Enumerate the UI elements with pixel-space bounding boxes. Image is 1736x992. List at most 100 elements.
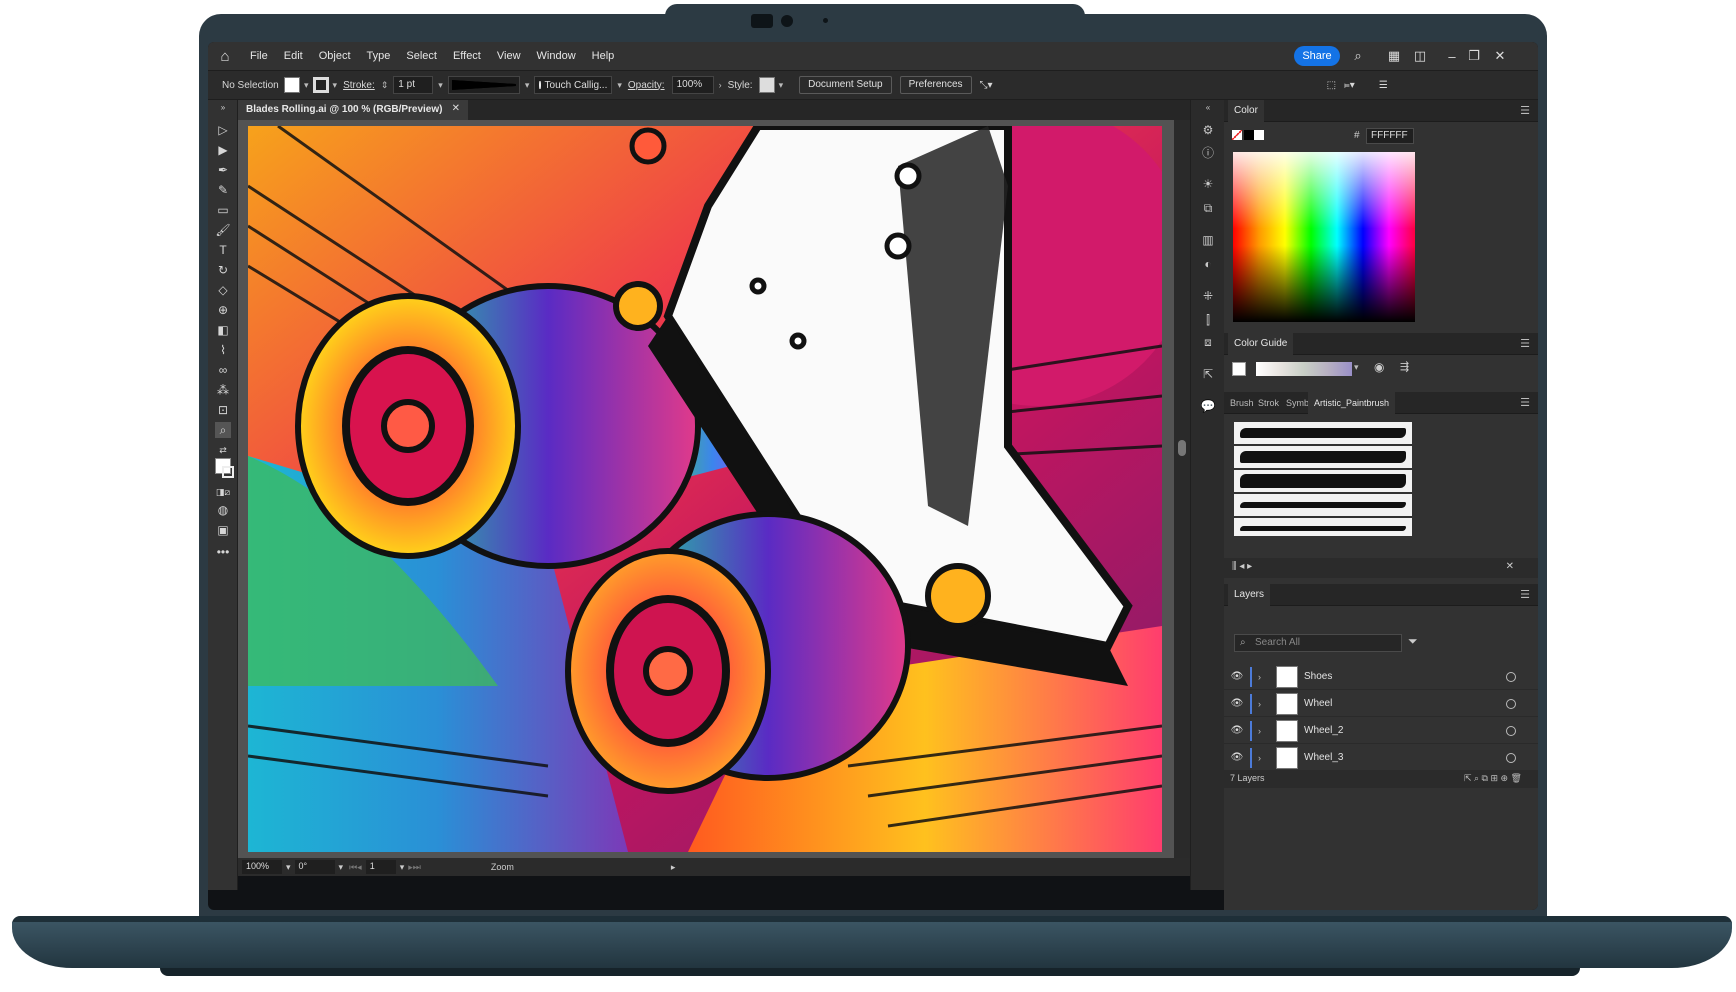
black-swatch[interactable] <box>1244 130 1254 140</box>
save-group-icon[interactable]: ⇶ <box>1400 360 1409 373</box>
paintbrush-tool-icon[interactable]: 🖌 <box>215 222 231 238</box>
layer-target-icon[interactable] <box>1506 725 1516 736</box>
collapse-toolbar-icon[interactable]: » <box>215 102 231 112</box>
layer-name[interactable]: Wheel_2 <box>1304 725 1506 736</box>
brush-row[interactable] <box>1234 446 1412 468</box>
visibility-eye-icon[interactable]: 👁 <box>1224 752 1250 763</box>
shape-builder-tool-icon[interactable]: ⊕ <box>215 302 231 318</box>
layer-name[interactable]: Wheel <box>1304 698 1506 709</box>
control-menu-icon[interactable]: ☰ <box>1379 80 1388 91</box>
remove-brush-icon[interactable]: ✕ <box>1506 561 1514 572</box>
properties-icon[interactable]: ⚙ <box>1200 122 1216 138</box>
gradient-panel-icon[interactable]: ▥ <box>1200 232 1216 248</box>
selection-tool-options-icon[interactable]: ⤡▾ <box>980 80 993 91</box>
arrange-documents-icon[interactable]: ◫ <box>1410 46 1430 66</box>
opacity-label[interactable]: Opacity: <box>628 80 665 91</box>
symbol-sprayer-tool-icon[interactable]: ⁂ <box>215 382 231 398</box>
brush-definition-field[interactable]: Touch Callig... <box>534 76 613 94</box>
tab-strokes[interactable]: Strok <box>1258 398 1279 408</box>
edit-toolbar-icon[interactable]: ••• <box>215 544 231 560</box>
color-spectrum[interactable] <box>1233 152 1415 322</box>
artboards-panel-icon[interactable]: ⧈ <box>1200 334 1216 350</box>
none-swatch-icon[interactable] <box>1232 130 1242 140</box>
layer-target-icon[interactable] <box>1506 671 1516 682</box>
rectangle-tool-icon[interactable]: ▭ <box>215 202 231 218</box>
home-icon[interactable]: ⌂ <box>208 42 242 70</box>
expand-layer-icon[interactable]: › <box>1258 726 1270 736</box>
style-dropdown-icon[interactable]: ▾ <box>779 80 784 91</box>
first-artboard-icon[interactable]: ⏮◂ <box>349 862 362 873</box>
status-mode[interactable]: Zoom <box>491 862 671 872</box>
appearance-icon[interactable]: ☀ <box>1200 176 1216 192</box>
stroke-color-icon[interactable] <box>222 466 234 478</box>
menu-effect[interactable]: Effect <box>445 42 489 70</box>
opacity-field[interactable]: 100% <box>671 76 714 94</box>
canvas-area[interactable] <box>238 120 1174 858</box>
brush-row[interactable] <box>1234 470 1412 492</box>
align-icon[interactable]: ⫢▾ <box>1344 80 1355 91</box>
stroke-weight-dropdown-icon[interactable]: ▾ <box>438 80 443 91</box>
transform-icon[interactable]: ⬚ <box>1327 80 1336 91</box>
search-icon[interactable]: ⌕ <box>1348 46 1368 66</box>
artboard-tool-icon[interactable]: ⊡ <box>215 402 231 418</box>
expand-layer-icon[interactable]: › <box>1258 699 1270 709</box>
brush-row[interactable] <box>1234 422 1412 444</box>
stroke-weight-field[interactable]: 1 pt <box>393 76 434 94</box>
share-button[interactable]: Share <box>1294 46 1340 66</box>
artboard-dropdown-icon[interactable]: ▾ <box>400 862 405 873</box>
layer-row[interactable]: 👁 › Wheel_3 <box>1224 745 1538 771</box>
comments-icon[interactable]: 💬 <box>1200 398 1216 414</box>
layer-row[interactable]: 👁 › Wheel_2 <box>1224 718 1538 744</box>
stroke-label[interactable]: Stroke: <box>343 80 375 91</box>
pathfinder-icon[interactable]: ⁜ <box>1200 288 1216 304</box>
layers-panel-title[interactable]: Layers <box>1228 584 1271 606</box>
harmony-dropdown-icon[interactable]: ▾ <box>1354 362 1359 373</box>
workspace-icon[interactable]: ▦ <box>1384 46 1404 66</box>
tab-symbols[interactable]: Symb <box>1286 398 1309 408</box>
color-guide-title[interactable]: Color Guide <box>1228 333 1294 355</box>
color-wheel-icon[interactable]: ◉ <box>1374 360 1384 374</box>
type-tool-icon[interactable]: T <box>215 242 231 258</box>
menu-edit[interactable]: Edit <box>276 42 311 70</box>
visibility-eye-icon[interactable]: 👁 <box>1224 698 1250 709</box>
preferences-button[interactable]: Preferences <box>899 76 972 94</box>
blend-tool-icon[interactable]: ∞ <box>215 362 231 378</box>
fill-swatch[interactable] <box>284 77 300 93</box>
pen-tool-icon[interactable]: ✒ <box>215 162 231 178</box>
layer-target-icon[interactable] <box>1506 698 1516 709</box>
opacity-arrow-icon[interactable]: › <box>719 80 722 90</box>
artboard-artwork[interactable] <box>248 126 1162 852</box>
brush-dropdown-icon[interactable]: ▾ <box>617 80 622 91</box>
brushes-menu-icon[interactable]: ☰ <box>1520 396 1530 409</box>
maximize-icon[interactable]: ❐ <box>1464 46 1484 66</box>
direct-selection-tool-icon[interactable]: ▶ <box>215 142 231 158</box>
info-icon[interactable]: ⓘ <box>1200 144 1216 160</box>
close-document-icon[interactable]: ✕ <box>452 103 460 114</box>
rotate-tool-icon[interactable]: ↻ <box>215 262 231 278</box>
visibility-eye-icon[interactable]: 👁 <box>1224 671 1250 682</box>
layer-name[interactable]: Wheel_3 <box>1304 752 1506 763</box>
zoom-dropdown-icon[interactable]: ▾ <box>286 862 291 873</box>
menu-object[interactable]: Object <box>311 42 359 70</box>
stroke-swatch[interactable] <box>312 77 329 93</box>
color-mode-icon[interactable]: ◨⧄ <box>215 484 231 500</box>
zoom-tool-icon[interactable]: ⌕ <box>215 422 231 438</box>
layer-actions-icon[interactable]: ⇱ ⌕ ⧉ ⊞ ⊕ 🗑 <box>1464 773 1522 784</box>
expand-layer-icon[interactable]: › <box>1258 753 1270 763</box>
menu-view[interactable]: View <box>489 42 529 70</box>
gradient-tool-icon[interactable]: ◧ <box>215 322 231 338</box>
rotation-dropdown-icon[interactable]: ▾ <box>339 862 344 873</box>
status-arrow-icon[interactable]: ▸ <box>671 862 676 873</box>
color-guide-menu-icon[interactable]: ☰ <box>1520 337 1530 350</box>
base-color-swatch[interactable] <box>1232 362 1246 376</box>
style-swatch[interactable] <box>758 77 775 93</box>
artboard-number-field[interactable]: 1 <box>365 860 396 874</box>
align-panel-icon[interactable]: ⫿ <box>1200 312 1216 328</box>
swap-fill-stroke-icon[interactable]: ⇄ <box>215 442 231 458</box>
brush-libraries-icon[interactable]: ⫼ ◂ ▸ <box>1232 561 1252 572</box>
document-tab[interactable]: Blades Rolling.ai @ 100 % (RGB/Preview) … <box>238 100 468 120</box>
eraser-tool-icon[interactable]: ◇ <box>215 282 231 298</box>
minimize-icon[interactable]: – <box>1442 46 1462 66</box>
curvature-tool-icon[interactable]: ✎ <box>215 182 231 198</box>
menu-file[interactable]: File <box>242 42 276 70</box>
